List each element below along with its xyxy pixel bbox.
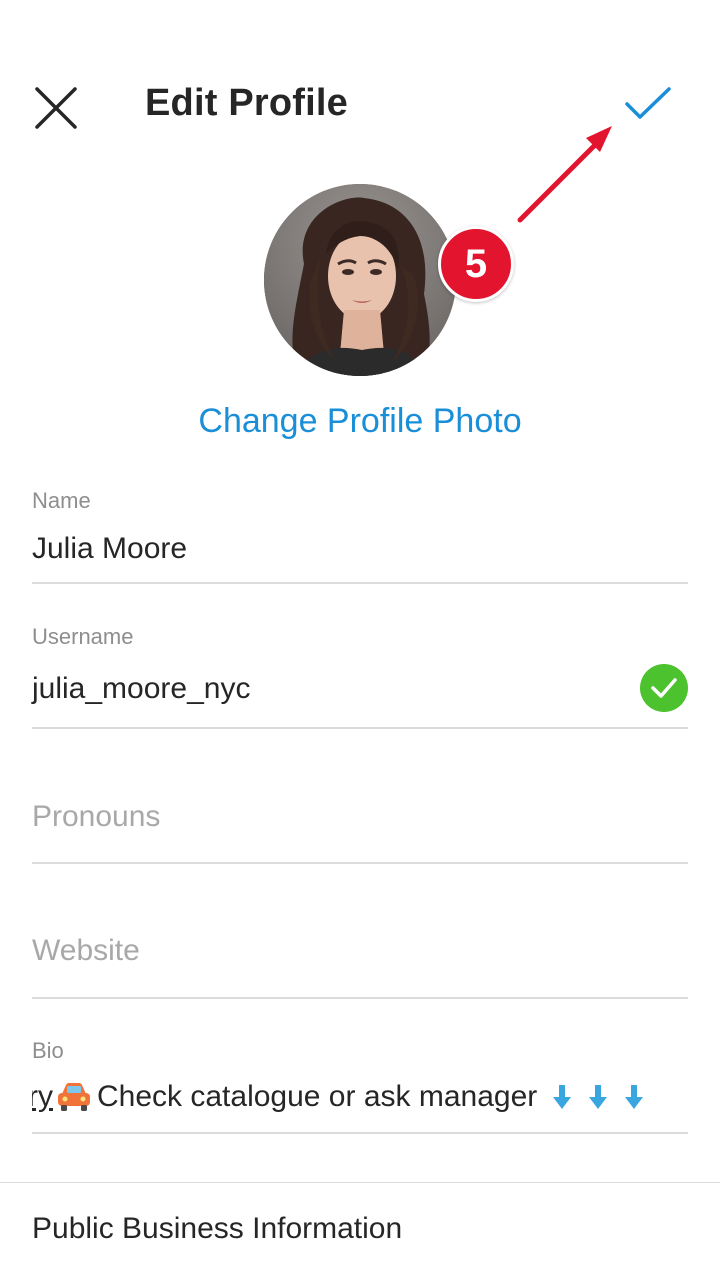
bio-field[interactable]: Bio ry Check catalogue or ask manager (32, 1030, 688, 1134)
website-field[interactable]: Website (32, 900, 688, 999)
pronouns-field[interactable]: Pronouns (32, 760, 688, 864)
name-input[interactable]: Julia Moore (32, 532, 187, 566)
username-input[interactable]: julia_moore_nyc (32, 672, 250, 706)
bio-text: Check catalogue or ask manager (97, 1080, 538, 1113)
edit-profile-screen: Edit Profile 5 Change Profile Photo Name… (0, 0, 720, 1280)
change-profile-photo-link[interactable]: Change Profile Photo (0, 402, 720, 441)
done-button[interactable] (616, 76, 680, 132)
down-arrow-icon (589, 1085, 608, 1109)
pronouns-input[interactable]: Pronouns (32, 800, 160, 834)
username-field[interactable]: Username julia_moore_nyc (32, 616, 688, 729)
website-input[interactable]: Website (32, 934, 140, 968)
down-arrow-icon (553, 1085, 572, 1109)
username-label: Username (32, 624, 134, 649)
bio-label: Bio (32, 1038, 64, 1063)
step-badge: 5 (438, 226, 514, 302)
public-business-information-link[interactable]: Public Business Information (32, 1212, 402, 1246)
section-divider (0, 1182, 720, 1183)
down-arrow-icon (625, 1085, 644, 1109)
checkmark-icon (625, 87, 671, 119)
name-label: Name (32, 488, 91, 513)
valid-check-icon (640, 664, 688, 712)
bio-text-prefix: ry (32, 1080, 53, 1113)
bio-input[interactable]: ry Check catalogue or ask manager (32, 1080, 645, 1114)
profile-avatar[interactable] (264, 184, 456, 376)
close-icon (35, 87, 77, 129)
close-button[interactable] (26, 78, 86, 138)
name-field[interactable]: Name Julia Moore (32, 480, 688, 584)
avatar-portrait (264, 184, 456, 376)
page-title: Edit Profile (145, 82, 348, 124)
car-icon (58, 1083, 90, 1111)
